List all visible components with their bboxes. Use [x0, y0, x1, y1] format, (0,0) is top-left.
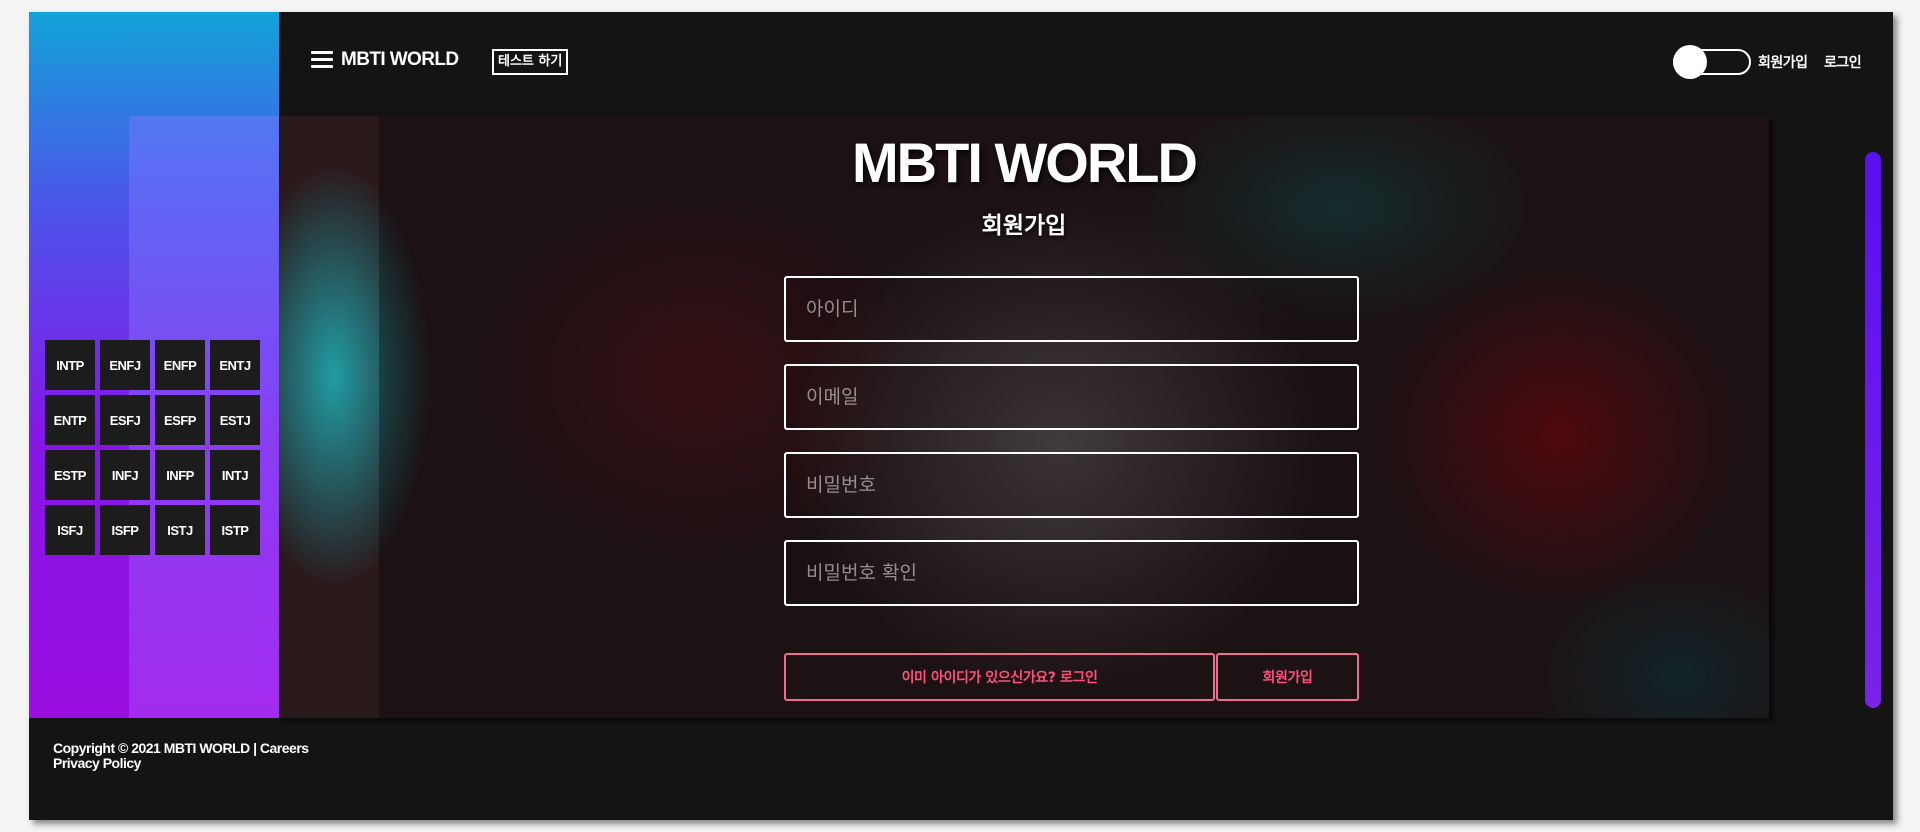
mbti-type-isfp[interactable]: ISFP [100, 505, 150, 555]
login-prompt-button[interactable]: 이미 아이디가 있으신가요? 로그인 [784, 653, 1215, 701]
brand-logo[interactable]: MBTI WORLD [341, 49, 459, 71]
signup-submit-button[interactable]: 회원가입 [1216, 653, 1359, 701]
mbti-type-entp[interactable]: ENTP [45, 395, 95, 445]
mbti-type-infj[interactable]: INFJ [100, 450, 150, 500]
sidebar: INTP ENFJ ENFP ENTJ ENTP ESFJ ESFP ESTJ ESTP INFJ… [29, 12, 279, 718]
scrollbar-thumb[interactable] [1865, 152, 1881, 708]
password-confirm-input[interactable] [784, 540, 1359, 606]
password-input[interactable] [784, 452, 1359, 518]
mbti-type-infp[interactable]: INFP [155, 450, 205, 500]
menu-icon[interactable] [311, 51, 333, 69]
footer-copyright: Copyright © 2021 MBTI WORLD | Careers [53, 740, 309, 756]
test-start-button[interactable]: 테스트 하기 [492, 49, 569, 75]
toggle-knob [1673, 45, 1707, 79]
nav-login-link[interactable]: 로그인 [1824, 52, 1862, 72]
mbti-type-intp[interactable]: INTP [45, 340, 95, 390]
app-frame: INTP ENFJ ENFP ENTJ ENTP ESFJ ESFP ESTJ ESTP INFJ… [29, 12, 1893, 820]
footer-privacy-link[interactable]: Privacy Policy [53, 756, 309, 771]
mbti-type-esfp[interactable]: ESFP [155, 395, 205, 445]
email-input[interactable] [784, 364, 1359, 430]
footer: Copyright © 2021 MBTI WORLD | Careers Pr… [53, 741, 309, 771]
mbti-type-isfj[interactable]: ISFJ [45, 505, 95, 555]
mbti-type-esfj[interactable]: ESFJ [100, 395, 150, 445]
nav-signup-link[interactable]: 회원가입 [1758, 52, 1808, 72]
mbti-type-istp[interactable]: ISTP [210, 505, 260, 555]
hero-section: MBTI WORLD 회원가입 이미 아이디가 있으신가요? 로그인 회원가입 [279, 116, 1769, 718]
top-navbar: MBTI WORLD 테스트 하기 회원가입 로그인 [279, 12, 1893, 116]
theme-toggle[interactable] [1673, 45, 1751, 79]
mbti-type-entj[interactable]: ENTJ [210, 340, 260, 390]
scrollbar[interactable] [1865, 152, 1881, 708]
mbti-type-intj[interactable]: INTJ [210, 450, 260, 500]
mbti-type-estp[interactable]: ESTP [45, 450, 95, 500]
mbti-type-estj[interactable]: ESTJ [210, 395, 260, 445]
id-input[interactable] [784, 276, 1359, 342]
mbti-type-istj[interactable]: ISTJ [155, 505, 205, 555]
form-title: 회원가입 [981, 213, 1067, 239]
mbti-type-grid: INTP ENFJ ENFP ENTJ ENTP ESFJ ESFP ESTJ ESTP INFJ… [45, 340, 260, 555]
hero-title: MBTI WORLD [852, 131, 1198, 194]
mbti-type-enfp[interactable]: ENFP [155, 340, 205, 390]
mbti-type-enfj[interactable]: ENFJ [100, 340, 150, 390]
